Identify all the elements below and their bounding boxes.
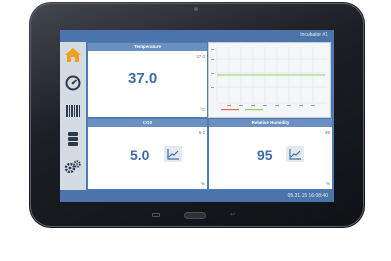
gauge-icon[interactable] [63,73,83,93]
back-key-icon[interactable]: ↩ [230,212,235,218]
trend-chart-icon [167,149,179,160]
humidity-panel[interactable]: Relative Humidity 95 95 % [209,119,332,189]
legend-red [221,109,239,111]
temperature-chart[interactable] [208,42,331,118]
co2-setpoint: 5.0 [198,130,205,135]
window-title: Incubator #1 [300,32,328,38]
status-bar: 05.31.15 16:08:40 [60,190,334,202]
co2-panel[interactable]: CO2 5.0 5.0 % [88,119,207,189]
home-key[interactable] [184,212,206,219]
sidebar [60,42,86,190]
humidity-value: 95 [257,147,273,163]
camera-icon [194,7,198,11]
barcode-icon[interactable] [63,101,83,121]
temperature-unit: °C [199,107,205,112]
temperature-setpoint: 37.0 [196,54,205,59]
chart-plot [211,47,327,111]
co2-value: 5.0 [130,147,150,163]
co2-title: CO2 [88,119,207,127]
trend-chart-icon [289,149,301,160]
gears-icon[interactable] [63,157,83,177]
legend-green [245,109,263,111]
humidity-setpoint: 95 [324,130,330,135]
title-bar: Incubator #1 [60,30,334,42]
co2-unit: % [200,181,205,186]
temperature-title: Temperature [88,43,207,51]
co2-trend-button[interactable] [164,146,182,162]
home-icon[interactable] [63,45,83,65]
humidity-trend-button[interactable] [286,146,304,162]
temperature-value: 37.0 [128,70,158,87]
database-icon[interactable] [63,129,83,149]
humidity-unit: % [325,181,330,186]
date-time: 05.31.15 16:08:40 [287,193,328,199]
humidity-title: Relative Humidity [209,119,332,127]
app-screen: Incubator #1 Temperature 37.0 37.0 °C CO… [60,30,334,202]
temperature-panel[interactable]: Temperature 37.0 37.0 °C [88,43,207,117]
menu-key[interactable] [152,213,160,217]
